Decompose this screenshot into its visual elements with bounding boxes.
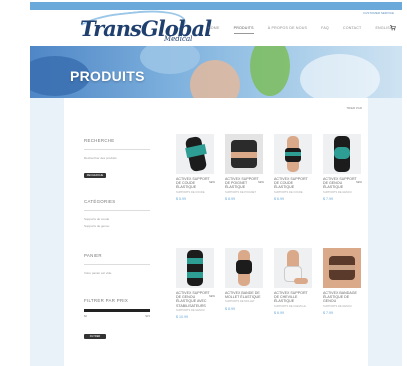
banner-figure [250,46,290,96]
page: CUSTOMER SERVICE TransGlobal Medical HOM… [0,0,407,366]
product-card[interactable]: ACTIVEX SUPPORT DE COUDE ÉLASTIQUE SUPPO… [274,134,314,201]
product-price: $ 10.99 [176,315,188,320]
filter-button[interactable]: FILTRER [84,334,106,339]
product-image[interactable] [176,248,214,288]
category-link[interactable]: Supports de genou [84,224,154,228]
nav-item-home[interactable]: HOME [208,26,220,34]
product-category: SUPPORTS DE POIGNET [225,190,256,194]
product-category: SUPPORTS DE COUDE [274,190,303,194]
product-image[interactable] [225,134,263,174]
product-title[interactable]: ACTIVEX SUPPORT DE GENOU ÉLASTIQUE AVEC … [176,291,214,308]
nav-item-contact[interactable]: CONTACT [343,26,362,34]
shopping-cart-icon[interactable] [390,25,396,31]
categories-heading: CATÉGORIES [84,199,116,204]
product-card[interactable]: ACTIVEX SUPPORT DE CHEVILLE ÉLASTIQUE SU… [274,248,314,315]
page-banner: PRODUITS [30,46,402,98]
nav-item-about[interactable]: À PROPOS DE NOUS [268,26,307,34]
divider [84,149,150,150]
nav-item-faq[interactable]: FAQ [321,26,329,34]
cart-empty-text: Votre panier est vide. [84,271,113,275]
divider [84,210,150,211]
top-bar [30,2,402,10]
divider [84,264,150,265]
product-image[interactable] [323,134,361,174]
product-price: $ 5.99 [176,196,186,201]
product-card[interactable]: ACTIVEX SUPPORT DE POIGNET ÉLASTIQUE SUP… [225,134,265,201]
search-heading: RECHERCHE [84,138,115,143]
sort-dropdown[interactable]: TRIER PAR [346,106,362,110]
product-price: $ 8.99 [225,196,235,201]
main-nav: HOME PRODUITS À PROPOS DE NOUS FAQ CONTA… [208,26,393,34]
product-badge: NEW [208,181,215,184]
logo[interactable]: TransGlobal Medical [72,6,212,48]
nav-item-produits[interactable]: PRODUITS [233,26,254,34]
product-category: SUPPORTS DE CHEVILLE [274,304,306,308]
product-image[interactable] [274,248,312,288]
product-category: SUPPORTS DE COUDE [176,190,205,194]
product-price: $ 6.99 [274,196,284,201]
page-title: PRODUITS [70,68,145,84]
product-card[interactable]: ACTIVEX BANDE DE MOLLET ÉLASTIQUE SUPPOR… [225,248,265,311]
cart-heading: PANIER [84,253,102,258]
search-button[interactable]: RECHERCHE [84,173,106,178]
product-image[interactable] [225,248,263,288]
product-title[interactable]: ACTIVEX BANDAGE ÉLASTIQUE DE GENOU [323,291,361,304]
product-category: SUPPORTS DE MOLLET [225,300,255,304]
banner-figure [300,54,380,98]
banner-figure [140,46,200,74]
product-image[interactable] [274,134,312,174]
product-category: SUPPORTS DE GENOU [176,308,205,312]
price-min: $0 [84,314,88,318]
product-badge: NEW [208,295,215,298]
product-title[interactable]: ACTIVEX SUPPORT DE CHEVILLE ÉLASTIQUE [274,291,312,304]
sidebar: RECHERCHE Rechercher des produits RECHER… [84,138,154,342]
search-input[interactable]: Rechercher des produits [84,156,154,160]
price-max: $15 [145,314,150,318]
product-card[interactable]: ACTIVEX BANDAGE ÉLASTIQUE DE GENOU SUPPO… [323,248,363,315]
top-link[interactable]: CUSTOMER SERVICE [363,11,394,15]
logo-sub: Medical [164,35,193,43]
product-price: $ 8.99 [225,306,235,311]
product-price: $ 6.99 [274,310,284,315]
product-card[interactable]: ACTIVEX SUPPORT DE GENOU ÉLASTIQUE AVEC … [176,248,216,319]
product-price: $ 7.99 [323,196,333,201]
product-category: SUPPORTS DE GENOU [323,304,352,308]
banner-figure [190,60,240,98]
product-category: SUPPORTS DE GENOU [323,190,352,194]
product-price: $ 7.99 [323,310,333,315]
site-header: CUSTOMER SERVICE TransGlobal Medical HOM… [30,2,402,48]
product-badge: NEW [355,181,362,184]
category-link[interactable]: Supports de coude [84,217,154,221]
product-card[interactable]: ACTIVEX SUPPORT DE GENOU ÉLASTIQUE SUPPO… [323,134,363,201]
content-area: TRIER PAR RECHERCHE Rechercher des produ… [64,98,368,366]
price-slider[interactable] [84,309,150,312]
filter-heading: FILTRER PAR PRIX [84,298,129,303]
product-title[interactable]: ACTIVEX SUPPORT DE COUDE ÉLASTIQUE [274,177,312,190]
product-image[interactable] [176,134,214,174]
product-card[interactable]: ACTIVEX SUPPORT DE COUDE ÉLASTIQUE SUPPO… [176,134,216,201]
product-title[interactable]: ACTIVEX BANDE DE MOLLET ÉLASTIQUE [225,291,263,299]
site-frame: CUSTOMER SERVICE TransGlobal Medical HOM… [30,2,402,366]
product-image[interactable] [323,248,361,288]
product-badge: NEW [257,181,264,184]
